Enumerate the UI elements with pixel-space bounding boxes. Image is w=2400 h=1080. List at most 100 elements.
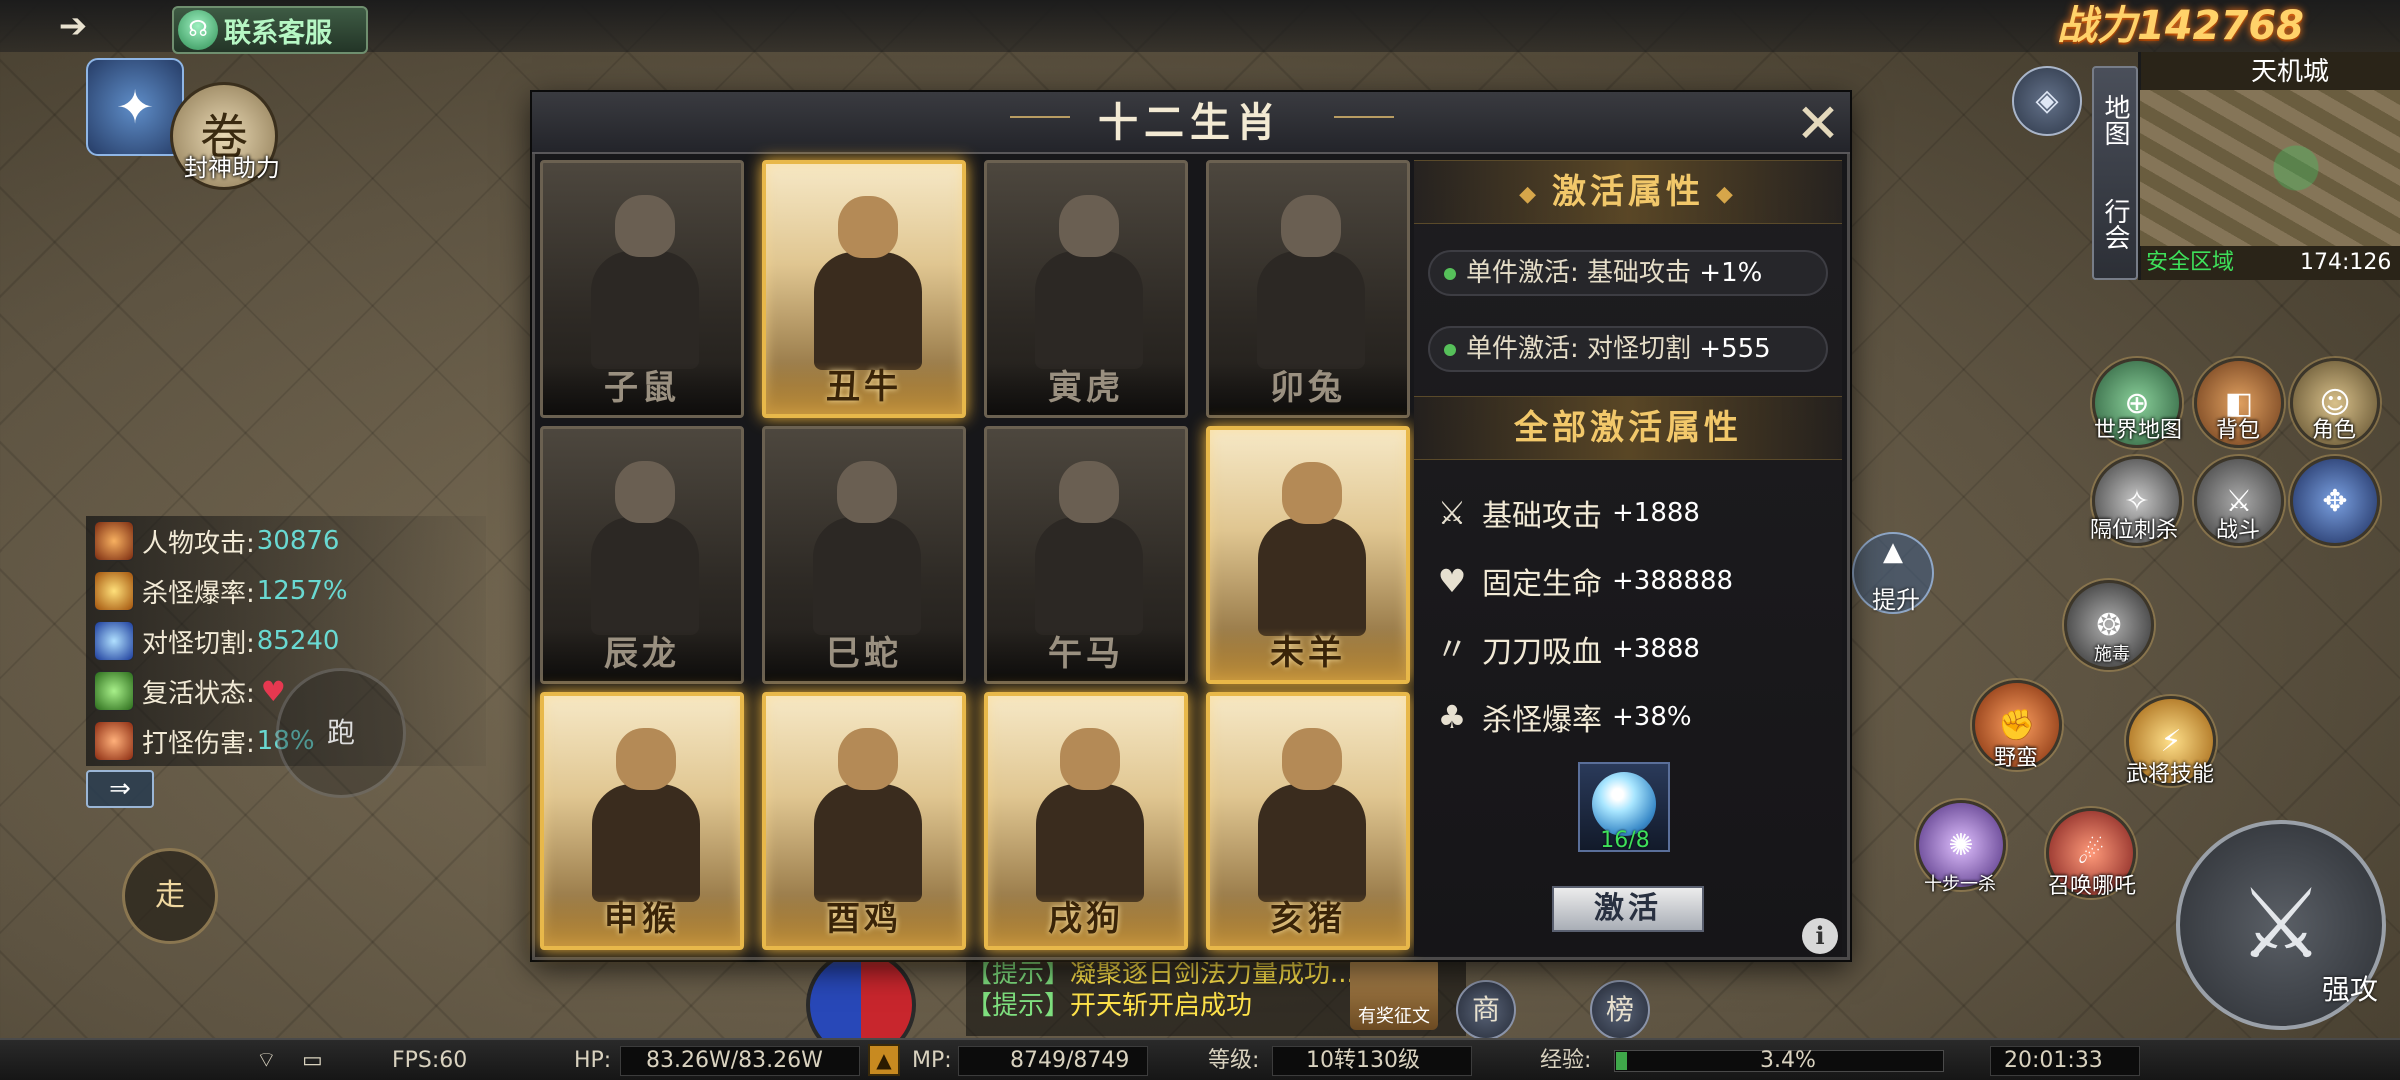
zodiac-name: 午马	[1048, 634, 1124, 674]
zodiac-name: 子鼠	[604, 368, 680, 408]
zodiac-card[interactable]: 巳蛇	[762, 426, 966, 684]
flame-icon	[94, 571, 134, 611]
map-tabs: 地图 行会	[2092, 66, 2138, 280]
close-icon[interactable]: ✕	[1790, 96, 1846, 152]
minimap-view[interactable]	[2140, 90, 2400, 246]
zodiac-card[interactable]: 亥猪	[1206, 692, 1410, 950]
figure-body	[813, 517, 921, 635]
status-bar: ⌔ ▭ FPS:60 HP: 83.26W/83.26W ▲ MP: 8749/…	[0, 1038, 2400, 1080]
zodiac-name: 酉鸡	[826, 899, 902, 939]
tab-guild[interactable]: 行会	[2094, 172, 2136, 276]
zodiac-card[interactable]: 未羊	[1206, 426, 1410, 684]
zodiac-card[interactable]: 午马	[984, 426, 1188, 684]
diamond-icon: ◆	[1519, 181, 1540, 207]
figure-head	[1281, 195, 1341, 257]
customer-service-label: 联系客服	[224, 17, 332, 49]
bullet-icon	[1444, 343, 1456, 356]
single-attr-1: 单件激活: 基础攻击 +1%	[1428, 250, 1828, 296]
zodiac-figure	[1031, 189, 1147, 369]
figure-body	[814, 252, 922, 370]
zodiac-card[interactable]: 丑牛	[762, 160, 966, 418]
figure-body	[591, 517, 699, 635]
zodiac-figure	[809, 455, 925, 635]
figure-head	[837, 461, 897, 523]
zodiac-card[interactable]: 辰龙	[540, 426, 744, 684]
mp-value: 8749/8749	[1010, 1048, 1130, 1073]
figure-head	[1282, 462, 1342, 524]
compass-icon[interactable]: ◈	[2012, 66, 2082, 136]
exp-fill	[1616, 1052, 1627, 1070]
zodiac-name: 寅虎	[1048, 368, 1124, 408]
coordinates: 174:126	[2300, 250, 2392, 275]
headset-icon: ☊	[178, 10, 218, 50]
customer-service-button[interactable]: ☊ 联系客服	[172, 6, 368, 54]
zodiac-figure	[1253, 189, 1369, 369]
level-value: 10转130级	[1306, 1048, 1420, 1073]
zodiac-name: 申猴	[604, 899, 680, 939]
shop-button[interactable]: 商	[1456, 980, 1516, 1040]
figure-head	[1282, 728, 1342, 790]
activation-attr-header: ◆ 激活属性 ◆	[1414, 160, 1842, 224]
battle-label: 战斗	[2215, 518, 2260, 543]
zodiac-card[interactable]: 酉鸡	[762, 692, 966, 950]
gem-count: 16/8	[1600, 828, 1650, 853]
all-attr-lifesteal: 〃刀刀吸血 +3888	[1432, 624, 1832, 674]
zodiac-card[interactable]: 戌狗	[984, 692, 1188, 950]
attack-icon	[94, 521, 134, 561]
zodiac-card[interactable]: 申猴	[540, 692, 744, 950]
fengshen-label: 封神助力	[184, 154, 280, 182]
all-activation-header: 全部激活属性	[1414, 396, 1842, 460]
tab-map[interactable]: 地图	[2094, 68, 2136, 172]
crossed-swords-icon: ⚔	[1437, 494, 1467, 532]
fps: FPS:60	[392, 1048, 468, 1073]
arrow-right-icon[interactable]: ➔	[50, 6, 96, 46]
arrow-up-icon[interactable]: ▲	[868, 1044, 900, 1076]
figure-head	[838, 728, 898, 790]
walk-button[interactable]: 走	[122, 848, 218, 944]
zodiac-card[interactable]: 寅虎	[984, 160, 1188, 418]
stat-row-drop-rate: 杀怪爆率: 1257%	[86, 566, 486, 616]
ranking-button[interactable]: 榜	[1590, 980, 1650, 1040]
essay-contest-button[interactable]: 有奖征文	[1350, 958, 1438, 1030]
activate-button[interactable]: 激活	[1552, 886, 1704, 932]
figure-head	[615, 195, 675, 257]
zodiac-figure	[1032, 722, 1148, 902]
figure-head	[1060, 728, 1120, 790]
mp-label: MP:	[912, 1048, 952, 1073]
collapse-stats-button[interactable]: ⇒	[86, 770, 154, 808]
figure-body	[1257, 251, 1365, 369]
zodiac-figure	[1254, 722, 1370, 902]
figure-head	[1059, 461, 1119, 523]
gem-icon	[1592, 772, 1656, 836]
zodiac-name: 未羊	[1270, 633, 1346, 673]
zodiac-figure	[1031, 455, 1147, 635]
exp-value: 3.4%	[1760, 1048, 1816, 1073]
stat-row-attack: 人物攻击: 30876	[86, 516, 486, 566]
figure-head	[615, 461, 675, 523]
skill-ten-steps-label: 十步一杀	[1924, 874, 1996, 895]
figure-head	[1059, 195, 1119, 257]
zodiac-card[interactable]: 卯兔	[1206, 160, 1410, 418]
figure-body	[1035, 251, 1143, 369]
run-button[interactable]: 跑	[276, 668, 406, 798]
zodiac-figure	[588, 722, 704, 902]
heart-icon: ♥	[1437, 562, 1467, 600]
battery-icon: ▭	[302, 1048, 323, 1073]
figure-body	[1258, 784, 1366, 902]
info-icon[interactable]: i	[1802, 918, 1838, 954]
clock: 20:01:33	[2004, 1048, 2103, 1073]
zodiac-card[interactable]: 子鼠	[540, 160, 744, 418]
figure-body	[592, 784, 700, 902]
title-ornament-right	[1334, 116, 1394, 118]
figure-head	[838, 196, 898, 258]
figure-body	[1258, 518, 1366, 636]
lift-label: 提升	[1872, 586, 1920, 614]
lightning-icon	[94, 621, 134, 661]
wifi-icon: ⌔	[256, 1048, 277, 1073]
minimap-title: 天机城	[2250, 57, 2329, 87]
skill-barbarian-label: 野蛮	[1993, 746, 2038, 771]
target-icon[interactable]: ✥	[2290, 456, 2380, 546]
zodiac-name: 戌狗	[1048, 899, 1124, 939]
zodiac-name: 卯兔	[1270, 368, 1346, 408]
stat-row-monster-cut: 对怪切割: 85240	[86, 616, 486, 666]
